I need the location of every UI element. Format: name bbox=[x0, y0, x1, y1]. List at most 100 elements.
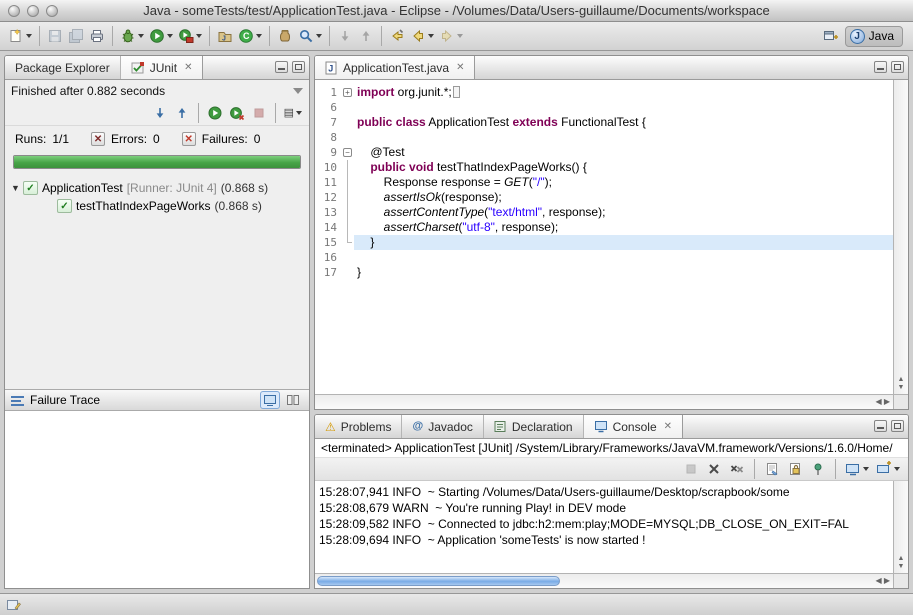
clear-console-button[interactable] bbox=[762, 459, 782, 479]
editor-horizontal-scrollbar[interactable]: ◀ ▶ bbox=[315, 394, 893, 409]
open-perspective-button[interactable] bbox=[820, 24, 840, 48]
close-window-button[interactable] bbox=[8, 5, 20, 17]
view-menu-icon[interactable] bbox=[293, 88, 303, 94]
forward-button[interactable] bbox=[437, 24, 465, 48]
external-tools-dropdown-icon[interactable] bbox=[196, 34, 202, 38]
external-tools-button[interactable] bbox=[176, 24, 204, 48]
console-output[interactable]: 15:28:07,941 INFO ~ Starting /Volumes/Da… bbox=[315, 481, 893, 573]
console-horizontal-scrollbar[interactable]: ◀ ▶ bbox=[315, 573, 893, 588]
print-button[interactable] bbox=[87, 24, 107, 48]
save-button[interactable] bbox=[45, 24, 65, 48]
code-text[interactable] bbox=[354, 100, 893, 115]
scrollbar-arrows-icon[interactable]: ◀ ▶ bbox=[875, 576, 890, 585]
history-dropdown-icon[interactable] bbox=[296, 111, 302, 115]
close-icon[interactable]: ✕ bbox=[184, 62, 192, 73]
editor-window-buttons bbox=[874, 61, 904, 73]
zoom-window-button[interactable] bbox=[46, 5, 58, 17]
close-icon[interactable]: ✕ bbox=[664, 421, 672, 432]
tab-junit[interactable]: JUnit ✕ bbox=[121, 56, 204, 79]
previous-failed-test-button[interactable] bbox=[172, 103, 192, 123]
run-dropdown-icon[interactable] bbox=[167, 34, 173, 38]
java-perspective-icon: J bbox=[850, 29, 865, 44]
tab-javadoc[interactable]: @ Javadoc bbox=[402, 415, 483, 438]
new-class-dropdown-icon[interactable] bbox=[256, 34, 262, 38]
code-text[interactable] bbox=[354, 130, 893, 145]
test-run-history-button[interactable]: ▤ bbox=[282, 103, 304, 123]
code-text[interactable]: @Test bbox=[354, 145, 893, 160]
scrollbar-arrows-icon[interactable]: ▲▼ bbox=[894, 376, 908, 392]
test-tree-item[interactable]: ▼✓ApplicationTest[Runner: JUnit 4](0.868… bbox=[7, 179, 307, 197]
save-icon bbox=[47, 28, 63, 44]
code-text[interactable]: public class ApplicationTest extends Fun… bbox=[354, 115, 893, 130]
tab-problems[interactable]: ⚠ Problems bbox=[315, 415, 402, 438]
fast-view-icon[interactable] bbox=[6, 597, 22, 613]
remove-all-launches-button[interactable] bbox=[727, 459, 747, 479]
rerun-failed-first-button[interactable] bbox=[227, 103, 247, 123]
display-console-dropdown-icon[interactable] bbox=[863, 467, 869, 471]
save-all-button[interactable] bbox=[66, 24, 86, 48]
test-tree-item[interactable]: ✓testThatIndexPageWorks(0.868 s) bbox=[7, 197, 307, 215]
code-text[interactable]: } bbox=[354, 235, 893, 250]
tab-applicationtest-java[interactable]: J ApplicationTest.java ✕ bbox=[315, 56, 475, 79]
scrollbar-thumb[interactable] bbox=[317, 576, 560, 586]
stop-test-button[interactable] bbox=[249, 103, 269, 123]
minimize-view-button[interactable] bbox=[275, 61, 288, 73]
maximize-console-button[interactable] bbox=[891, 420, 904, 432]
run-button[interactable] bbox=[147, 24, 175, 48]
scrollbar-arrows-icon[interactable]: ◀ ▶ bbox=[875, 397, 890, 406]
code-text[interactable]: assertCharset("utf-8", response); bbox=[354, 220, 893, 235]
editor-vertical-scrollbar[interactable]: ▲▼ bbox=[893, 80, 908, 394]
search-dropdown-icon[interactable] bbox=[316, 34, 322, 38]
java-perspective-button[interactable]: J Java bbox=[845, 26, 903, 47]
code-text[interactable]: assertIsOk(response); bbox=[354, 190, 893, 205]
last-edit-location-button[interactable] bbox=[387, 24, 407, 48]
compare-result-button[interactable] bbox=[283, 391, 303, 409]
new-dropdown-icon[interactable] bbox=[26, 34, 32, 38]
new-class-button[interactable]: C bbox=[236, 24, 264, 48]
scroll-lock-button[interactable] bbox=[785, 459, 805, 479]
next-failed-test-button[interactable] bbox=[150, 103, 170, 123]
debug-dropdown-icon[interactable] bbox=[138, 34, 144, 38]
code-text[interactable] bbox=[354, 250, 893, 265]
tab-console[interactable]: Console ✕ bbox=[584, 415, 683, 438]
open-console-dropdown-icon[interactable] bbox=[894, 467, 900, 471]
code-text[interactable]: Response response = GET("/"); bbox=[354, 175, 893, 190]
close-icon[interactable]: ✕ bbox=[456, 62, 464, 73]
terminate-button[interactable] bbox=[681, 459, 701, 479]
disclosure-triangle-icon[interactable]: ▼ bbox=[11, 183, 23, 193]
rerun-test-button[interactable] bbox=[205, 103, 225, 123]
code-text[interactable]: assertContentType("text/html", response)… bbox=[354, 205, 893, 220]
previous-annotation-button[interactable] bbox=[356, 24, 376, 48]
open-jar-button[interactable] bbox=[275, 24, 295, 48]
open-console-button[interactable] bbox=[874, 459, 902, 479]
editor-code-lines[interactable]: 1+import org.junit.*;67public class Appl… bbox=[315, 80, 893, 394]
code-text[interactable]: } bbox=[354, 265, 893, 280]
fold-toggle-icon[interactable]: + bbox=[341, 85, 354, 100]
display-selected-console-button[interactable] bbox=[843, 459, 871, 479]
fold-toggle-icon[interactable]: − bbox=[341, 145, 354, 160]
pin-console-button[interactable] bbox=[808, 459, 828, 479]
minimize-editor-button[interactable] bbox=[874, 61, 887, 73]
scrollbar-arrows-icon[interactable]: ▲▼ bbox=[894, 555, 908, 571]
back-dropdown-icon[interactable] bbox=[428, 34, 434, 38]
console-vertical-scrollbar[interactable]: ▲▼ bbox=[893, 481, 908, 573]
minimize-window-button[interactable] bbox=[27, 5, 39, 17]
maximize-view-button[interactable] bbox=[292, 61, 305, 73]
new-wizard-button[interactable] bbox=[6, 24, 34, 48]
next-annotation-button[interactable] bbox=[335, 24, 355, 48]
code-text[interactable]: public void testThatIndexPageWorks() { bbox=[354, 160, 893, 175]
minimize-console-button[interactable] bbox=[874, 420, 887, 432]
show-stacktrace-in-console-button[interactable] bbox=[260, 391, 280, 409]
maximize-editor-button[interactable] bbox=[891, 61, 904, 73]
forward-dropdown-icon[interactable] bbox=[457, 34, 463, 38]
new-java-project-button[interactable]: J bbox=[215, 24, 235, 48]
back-arrow-icon bbox=[410, 28, 426, 44]
tab-package-explorer[interactable]: Package Explorer bbox=[5, 56, 121, 79]
junit-counters: Runs: 1/1 ✕ Errors: 0 ✕ Failures: 0 bbox=[5, 126, 309, 152]
back-button[interactable] bbox=[408, 24, 436, 48]
tab-declaration[interactable]: Declaration bbox=[484, 415, 584, 438]
code-text[interactable]: import org.junit.*; bbox=[354, 85, 893, 100]
remove-launch-button[interactable] bbox=[704, 459, 724, 479]
debug-button[interactable] bbox=[118, 24, 146, 48]
java-search-button[interactable] bbox=[296, 24, 324, 48]
